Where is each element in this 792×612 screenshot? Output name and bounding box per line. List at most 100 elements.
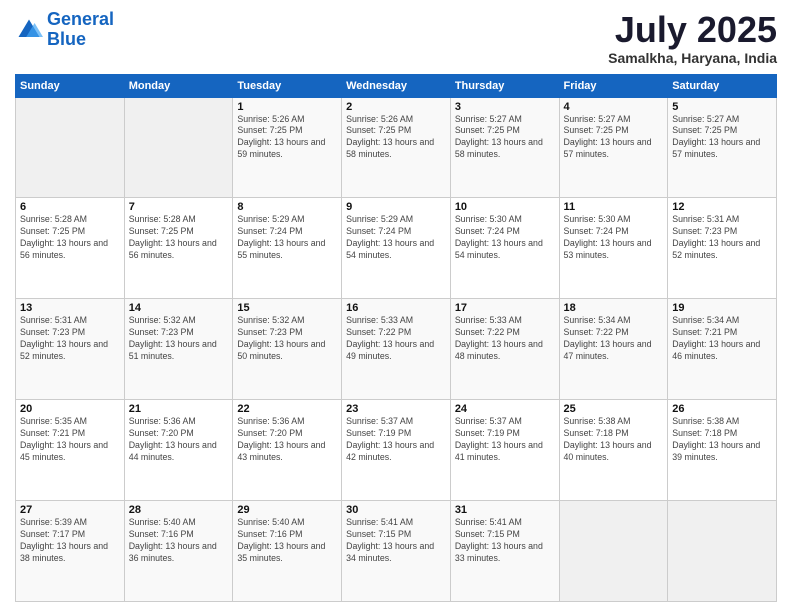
day-info: Sunrise: 5:29 AM Sunset: 7:24 PM Dayligh…	[237, 214, 337, 262]
day-cell	[124, 97, 233, 198]
day-info: Sunrise: 5:35 AM Sunset: 7:21 PM Dayligh…	[20, 416, 120, 464]
day-cell: 16Sunrise: 5:33 AM Sunset: 7:22 PM Dayli…	[342, 299, 451, 400]
day-number: 9	[346, 201, 446, 213]
day-info: Sunrise: 5:36 AM Sunset: 7:20 PM Dayligh…	[237, 416, 337, 464]
day-cell: 10Sunrise: 5:30 AM Sunset: 7:24 PM Dayli…	[450, 198, 559, 299]
weekday-friday: Friday	[559, 74, 668, 97]
logo-text: General Blue	[47, 10, 114, 50]
day-cell: 5Sunrise: 5:27 AM Sunset: 7:25 PM Daylig…	[668, 97, 777, 198]
day-cell: 29Sunrise: 5:40 AM Sunset: 7:16 PM Dayli…	[233, 501, 342, 602]
day-info: Sunrise: 5:29 AM Sunset: 7:24 PM Dayligh…	[346, 214, 446, 262]
day-info: Sunrise: 5:33 AM Sunset: 7:22 PM Dayligh…	[455, 315, 555, 363]
week-row-1: 1Sunrise: 5:26 AM Sunset: 7:25 PM Daylig…	[16, 97, 777, 198]
day-number: 28	[129, 504, 229, 516]
day-number: 27	[20, 504, 120, 516]
day-cell: 6Sunrise: 5:28 AM Sunset: 7:25 PM Daylig…	[16, 198, 125, 299]
week-row-5: 27Sunrise: 5:39 AM Sunset: 7:17 PM Dayli…	[16, 501, 777, 602]
day-number: 7	[129, 201, 229, 213]
day-number: 13	[20, 302, 120, 314]
weekday-thursday: Thursday	[450, 74, 559, 97]
day-cell: 24Sunrise: 5:37 AM Sunset: 7:19 PM Dayli…	[450, 400, 559, 501]
day-cell	[668, 501, 777, 602]
day-cell: 11Sunrise: 5:30 AM Sunset: 7:24 PM Dayli…	[559, 198, 668, 299]
day-cell: 21Sunrise: 5:36 AM Sunset: 7:20 PM Dayli…	[124, 400, 233, 501]
month-title: July 2025	[608, 10, 777, 50]
day-number: 25	[564, 403, 664, 415]
day-info: Sunrise: 5:27 AM Sunset: 7:25 PM Dayligh…	[672, 114, 772, 162]
day-cell: 4Sunrise: 5:27 AM Sunset: 7:25 PM Daylig…	[559, 97, 668, 198]
day-cell: 12Sunrise: 5:31 AM Sunset: 7:23 PM Dayli…	[668, 198, 777, 299]
day-number: 6	[20, 201, 120, 213]
day-number: 2	[346, 101, 446, 113]
day-info: Sunrise: 5:26 AM Sunset: 7:25 PM Dayligh…	[237, 114, 337, 162]
day-info: Sunrise: 5:28 AM Sunset: 7:25 PM Dayligh…	[129, 214, 229, 262]
day-info: Sunrise: 5:27 AM Sunset: 7:25 PM Dayligh…	[564, 114, 664, 162]
day-cell	[16, 97, 125, 198]
weekday-header-row: SundayMondayTuesdayWednesdayThursdayFrid…	[16, 74, 777, 97]
day-number: 15	[237, 302, 337, 314]
day-number: 1	[237, 101, 337, 113]
day-info: Sunrise: 5:32 AM Sunset: 7:23 PM Dayligh…	[129, 315, 229, 363]
day-info: Sunrise: 5:38 AM Sunset: 7:18 PM Dayligh…	[672, 416, 772, 464]
day-info: Sunrise: 5:34 AM Sunset: 7:21 PM Dayligh…	[672, 315, 772, 363]
weekday-monday: Monday	[124, 74, 233, 97]
day-number: 5	[672, 101, 772, 113]
day-number: 29	[237, 504, 337, 516]
day-info: Sunrise: 5:28 AM Sunset: 7:25 PM Dayligh…	[20, 214, 120, 262]
day-cell: 8Sunrise: 5:29 AM Sunset: 7:24 PM Daylig…	[233, 198, 342, 299]
day-number: 30	[346, 504, 446, 516]
day-number: 31	[455, 504, 555, 516]
logo: General Blue	[15, 10, 114, 50]
day-info: Sunrise: 5:39 AM Sunset: 7:17 PM Dayligh…	[20, 517, 120, 565]
day-cell: 25Sunrise: 5:38 AM Sunset: 7:18 PM Dayli…	[559, 400, 668, 501]
day-number: 17	[455, 302, 555, 314]
day-number: 11	[564, 201, 664, 213]
day-cell: 13Sunrise: 5:31 AM Sunset: 7:23 PM Dayli…	[16, 299, 125, 400]
day-cell: 15Sunrise: 5:32 AM Sunset: 7:23 PM Dayli…	[233, 299, 342, 400]
page: General Blue July 2025 Samalkha, Haryana…	[0, 0, 792, 612]
day-info: Sunrise: 5:27 AM Sunset: 7:25 PM Dayligh…	[455, 114, 555, 162]
weekday-tuesday: Tuesday	[233, 74, 342, 97]
calendar-table: SundayMondayTuesdayWednesdayThursdayFrid…	[15, 74, 777, 602]
logo-line1: General	[47, 9, 114, 29]
day-info: Sunrise: 5:31 AM Sunset: 7:23 PM Dayligh…	[20, 315, 120, 363]
day-cell: 18Sunrise: 5:34 AM Sunset: 7:22 PM Dayli…	[559, 299, 668, 400]
day-number: 23	[346, 403, 446, 415]
day-number: 18	[564, 302, 664, 314]
day-cell: 3Sunrise: 5:27 AM Sunset: 7:25 PM Daylig…	[450, 97, 559, 198]
day-number: 14	[129, 302, 229, 314]
day-info: Sunrise: 5:30 AM Sunset: 7:24 PM Dayligh…	[455, 214, 555, 262]
day-info: Sunrise: 5:34 AM Sunset: 7:22 PM Dayligh…	[564, 315, 664, 363]
location: Samalkha, Haryana, India	[608, 50, 777, 66]
day-info: Sunrise: 5:41 AM Sunset: 7:15 PM Dayligh…	[346, 517, 446, 565]
day-cell: 17Sunrise: 5:33 AM Sunset: 7:22 PM Dayli…	[450, 299, 559, 400]
day-cell: 14Sunrise: 5:32 AM Sunset: 7:23 PM Dayli…	[124, 299, 233, 400]
day-info: Sunrise: 5:31 AM Sunset: 7:23 PM Dayligh…	[672, 214, 772, 262]
logo-line2: Blue	[47, 29, 86, 49]
day-info: Sunrise: 5:41 AM Sunset: 7:15 PM Dayligh…	[455, 517, 555, 565]
logo-icon	[15, 16, 43, 44]
day-cell: 27Sunrise: 5:39 AM Sunset: 7:17 PM Dayli…	[16, 501, 125, 602]
day-number: 26	[672, 403, 772, 415]
day-cell: 23Sunrise: 5:37 AM Sunset: 7:19 PM Dayli…	[342, 400, 451, 501]
day-number: 16	[346, 302, 446, 314]
day-info: Sunrise: 5:30 AM Sunset: 7:24 PM Dayligh…	[564, 214, 664, 262]
day-cell: 20Sunrise: 5:35 AM Sunset: 7:21 PM Dayli…	[16, 400, 125, 501]
day-info: Sunrise: 5:26 AM Sunset: 7:25 PM Dayligh…	[346, 114, 446, 162]
day-number: 24	[455, 403, 555, 415]
day-number: 19	[672, 302, 772, 314]
weekday-saturday: Saturday	[668, 74, 777, 97]
day-cell: 2Sunrise: 5:26 AM Sunset: 7:25 PM Daylig…	[342, 97, 451, 198]
day-number: 20	[20, 403, 120, 415]
day-number: 21	[129, 403, 229, 415]
week-row-4: 20Sunrise: 5:35 AM Sunset: 7:21 PM Dayli…	[16, 400, 777, 501]
day-cell	[559, 501, 668, 602]
day-cell: 22Sunrise: 5:36 AM Sunset: 7:20 PM Dayli…	[233, 400, 342, 501]
day-cell: 26Sunrise: 5:38 AM Sunset: 7:18 PM Dayli…	[668, 400, 777, 501]
day-info: Sunrise: 5:32 AM Sunset: 7:23 PM Dayligh…	[237, 315, 337, 363]
title-section: July 2025 Samalkha, Haryana, India	[608, 10, 777, 66]
day-number: 3	[455, 101, 555, 113]
day-cell: 28Sunrise: 5:40 AM Sunset: 7:16 PM Dayli…	[124, 501, 233, 602]
weekday-wednesday: Wednesday	[342, 74, 451, 97]
week-row-2: 6Sunrise: 5:28 AM Sunset: 7:25 PM Daylig…	[16, 198, 777, 299]
